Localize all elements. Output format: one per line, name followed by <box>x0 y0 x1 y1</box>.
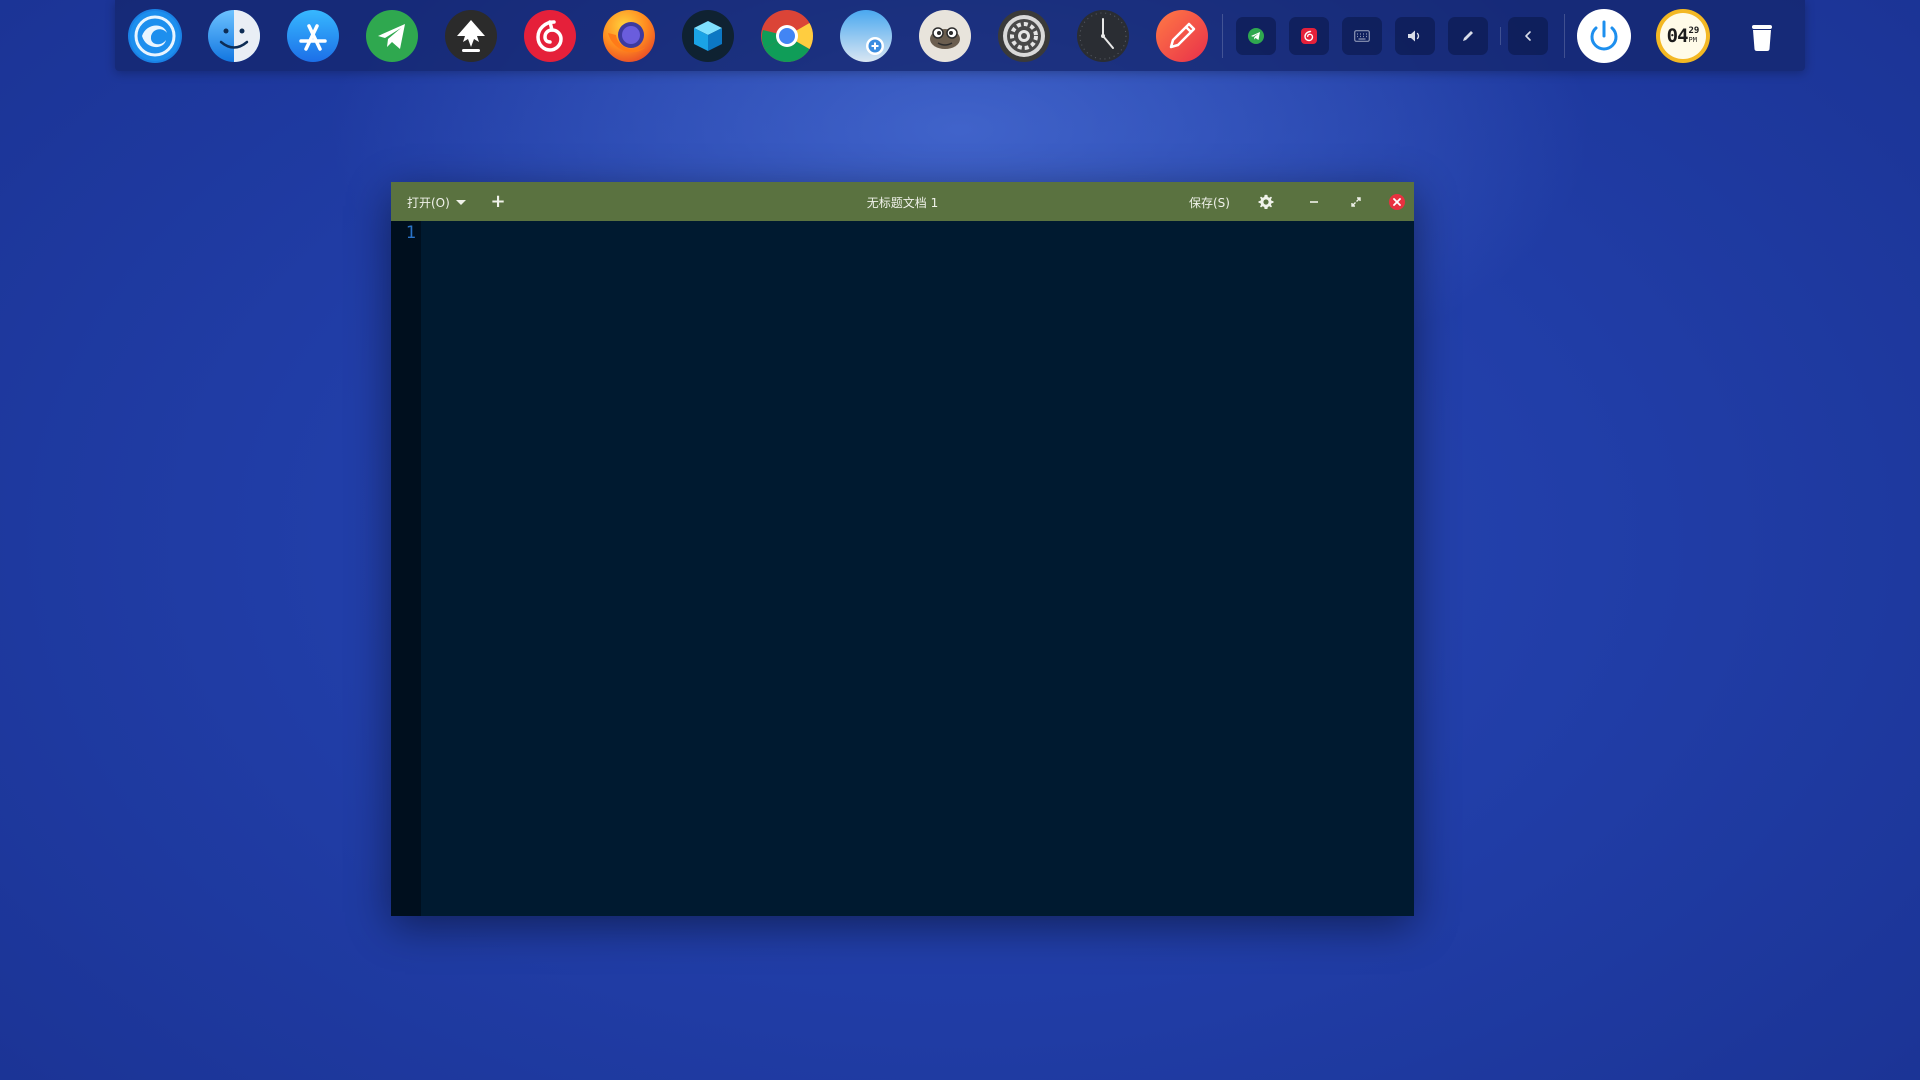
save-button[interactable]: 保存(S) <box>1189 194 1230 211</box>
netease-music-icon <box>524 10 576 62</box>
clock-icon <box>1077 10 1129 62</box>
tray-telegram[interactable] <box>1236 17 1276 55</box>
dock-app-system-settings[interactable] <box>997 9 1051 63</box>
line-number: 1 <box>405 223 416 243</box>
tray-collapse-button[interactable] <box>1508 17 1548 55</box>
netease-tray-icon <box>1301 28 1317 44</box>
tray-netease[interactable] <box>1289 17 1329 55</box>
gear-icon <box>998 10 1050 62</box>
dock-separator <box>1564 14 1565 58</box>
chevron-left-icon <box>1525 31 1531 41</box>
dock-clock-widget[interactable]: 04 29 PM <box>1656 9 1710 63</box>
dock-app-chrome[interactable] <box>760 9 814 63</box>
editor-body: 1 <box>391 221 1414 916</box>
dock-app-inkscape[interactable] <box>444 9 498 63</box>
dock-app-firefox[interactable] <box>602 9 656 63</box>
tray-keyboard[interactable] <box>1342 17 1382 55</box>
dock-separator <box>1222 14 1223 58</box>
pencil-icon <box>1156 10 1208 62</box>
window-titlebar[interactable]: 打开(O) + 无标题文档 1 保存(S) <box>391 182 1414 221</box>
dock-app-box[interactable] <box>681 9 735 63</box>
chrome-icon <box>761 10 813 62</box>
clock-minutes: 29 <box>1688 26 1700 36</box>
close-button[interactable] <box>1385 190 1409 214</box>
maximize-button[interactable] <box>1344 190 1368 214</box>
dock-trash[interactable] <box>1735 9 1789 63</box>
power-icon <box>1578 10 1630 62</box>
open-menu-label: 打开(O) <box>407 195 450 210</box>
open-menu-button[interactable]: 打开(O) <box>407 194 466 210</box>
cube-icon <box>682 10 734 62</box>
close-icon <box>1389 194 1405 210</box>
clock-period: PM <box>1688 36 1697 44</box>
clock-minute-block: 29 PM <box>1689 27 1700 45</box>
line-number-gutter: 1 <box>391 221 421 916</box>
minimize-button[interactable] <box>1302 190 1326 214</box>
gear-icon <box>1258 194 1274 209</box>
tray-pen[interactable] <box>1448 17 1488 55</box>
gimp-icon <box>919 10 971 62</box>
text-editor-window: 打开(O) + 无标题文档 1 保存(S) 1 <box>391 182 1414 916</box>
dock-app-text-editor[interactable] <box>1155 9 1209 63</box>
dock-app-clock[interactable] <box>1076 9 1130 63</box>
paper-plane-icon <box>366 10 418 62</box>
minimize-icon <box>1310 201 1318 203</box>
maximize-icon <box>1351 197 1361 207</box>
keyboard-icon <box>1354 30 1370 42</box>
tray-volume[interactable] <box>1395 17 1435 55</box>
app-store-icon <box>287 10 339 62</box>
text-editing-area[interactable] <box>421 221 1414 916</box>
dock-app-app-store[interactable] <box>286 9 340 63</box>
firefox-icon <box>603 10 655 62</box>
dock-app-deepin-launcher[interactable] <box>128 9 182 63</box>
trash-icon <box>1752 25 1772 51</box>
dock-power-button[interactable] <box>1577 9 1631 63</box>
new-tab-button[interactable]: + <box>486 190 510 214</box>
finder-face-icon <box>208 10 260 62</box>
dock-app-screenshot[interactable] <box>839 9 893 63</box>
dock-app-telegram[interactable] <box>365 9 419 63</box>
volume-icon <box>1408 30 1420 42</box>
camera-plus-icon <box>840 10 892 62</box>
caret-down-icon <box>455 199 466 205</box>
dock: 04 29 PM <box>115 0 1805 71</box>
new-tab-label: + <box>490 191 506 212</box>
clock-hours: 04 <box>1666 25 1689 47</box>
deepin-logo-icon <box>130 11 180 61</box>
settings-button[interactable] <box>1254 190 1278 214</box>
pen-icon <box>1463 31 1473 41</box>
clock-widget-face: 04 29 PM <box>1660 13 1706 59</box>
dock-app-file-manager[interactable] <box>207 9 261 63</box>
tray-separator <box>1500 27 1501 45</box>
telegram-tray-icon <box>1248 28 1264 44</box>
inkscape-icon <box>445 10 497 62</box>
dock-app-netease-music[interactable] <box>523 9 577 63</box>
dock-app-gimp[interactable] <box>918 9 972 63</box>
